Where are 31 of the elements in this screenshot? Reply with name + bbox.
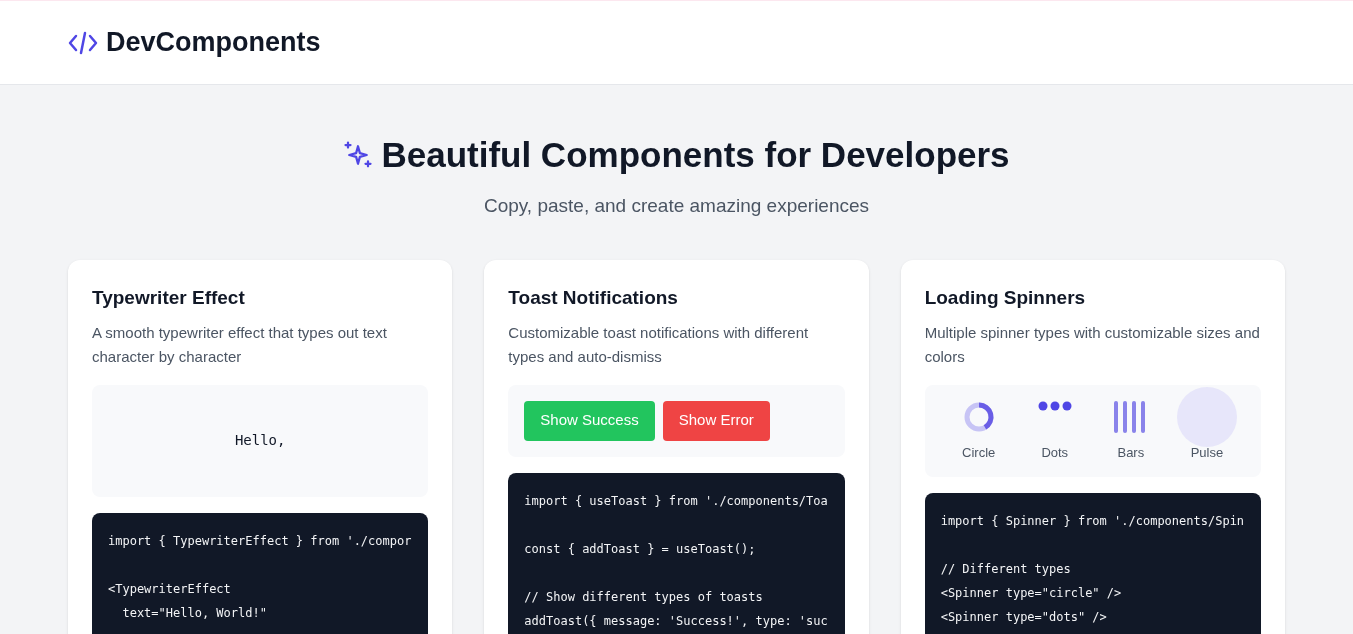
hero-title: Beautiful Components for Developers: [381, 134, 1010, 176]
code-line: <Spinner type="dots" />: [940, 608, 1107, 626]
spinner-label: Bars: [1117, 444, 1145, 462]
circle-spinner-icon: [962, 401, 995, 433]
spinner-label: Dots: [1041, 444, 1069, 462]
bars-spinner-icon: [1113, 401, 1148, 433]
code-line: import { TypewriterEffect } from './compor: [108, 532, 412, 550]
code-icon: [68, 30, 98, 55]
toast-button[interactable]: Show Success: [524, 400, 655, 441]
card-description: Multiple spinner types with customizable sizes and colors: [924, 322, 1261, 367]
spinner-label: Pulse: [1190, 444, 1224, 462]
logo-text: DevComponents: [106, 26, 321, 60]
code-line: import { Spinner } from './components/Spin: [940, 512, 1245, 530]
spinner-label: Circle: [962, 444, 996, 462]
code-line: import { useToast } from './components/Toa: [524, 492, 828, 510]
code-line: text="Hello, World!": [121, 604, 267, 622]
code-line: // Different types: [940, 560, 1071, 578]
card-title: Toast Notifications: [508, 286, 679, 310]
hero-subtitle: Copy, paste, and create amazing experiences: [483, 193, 870, 218]
card-title: Loading Spinners: [924, 286, 1087, 310]
code-line: const { addToast } = useToast();: [524, 540, 756, 558]
toast-button[interactable]: Show Error: [662, 400, 770, 441]
code-line: // Show different types of toasts: [524, 588, 763, 606]
code-line: <Spinner type="circle" />: [940, 584, 1122, 602]
code-line: addToast({ message: 'Success!', type: 'suc: [524, 612, 828, 630]
typewriter-text: Hello,: [234, 431, 286, 450]
card-description: Customizable toast notifications with different types and auto-dismiss: [508, 322, 810, 367]
card-description: A smooth typewriter effect that types out text character by character: [92, 322, 388, 367]
card-title: Typewriter Effect: [92, 286, 246, 310]
code-line: <TypewriterEffect: [108, 580, 231, 598]
dots-spinner-icon: [1037, 401, 1072, 411]
